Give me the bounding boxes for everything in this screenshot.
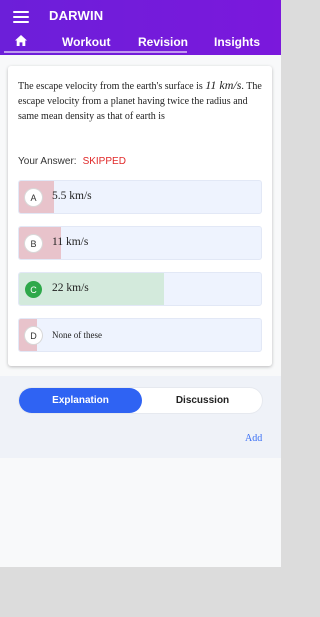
tab-insights[interactable]: Insights [214, 35, 260, 49]
screen: DARWIN Workout Revision Insights The esc… [0, 0, 281, 567]
option-c-text: 22 km/s [52, 282, 89, 294]
add-link[interactable]: Add [245, 433, 262, 444]
discussion-button[interactable]: Discussion [141, 388, 264, 413]
nav-tabs: Workout Revision Insights [0, 30, 281, 55]
your-answer-label: Your Answer: [18, 156, 77, 167]
your-answer: Your Answer: SKIPPED [18, 156, 126, 167]
option-d-text: None of these [52, 330, 102, 340]
option-a[interactable]: A 5.5 km/s [18, 180, 262, 214]
answer-status: SKIPPED [82, 156, 126, 167]
option-b[interactable]: B 11 km/s [18, 226, 262, 260]
tab-revision[interactable]: Revision [138, 35, 188, 49]
question-text-part1: The escape velocity from the earth's sur… [18, 81, 206, 92]
option-d-badge: D [25, 327, 42, 344]
home-icon[interactable] [15, 35, 27, 46]
explanation-discussion-toggle: Explanation Discussion [18, 387, 263, 414]
app-title: DARWIN [49, 8, 104, 23]
option-c-badge: C [25, 281, 42, 298]
explanation-button[interactable]: Explanation [19, 388, 142, 413]
option-a-text: 5.5 km/s [52, 190, 92, 202]
option-b-badge: B [25, 235, 42, 252]
option-d[interactable]: D None of these [18, 318, 262, 352]
tab-underline [4, 51, 187, 53]
option-c[interactable]: C 22 km/s [18, 272, 262, 306]
app-header: DARWIN Workout Revision Insights [0, 0, 281, 55]
explanation-panel: Explanation Discussion Add [0, 376, 281, 458]
tab-workout[interactable]: Workout [62, 35, 110, 49]
hamburger-menu-icon[interactable] [13, 11, 29, 23]
option-b-text: 11 km/s [52, 236, 89, 248]
question-math: 11 km/s [205, 78, 242, 92]
question-text: The escape velocity from the earth's sur… [18, 78, 266, 124]
question-card: The escape velocity from the earth's sur… [8, 66, 272, 366]
option-a-badge: A [25, 189, 42, 206]
